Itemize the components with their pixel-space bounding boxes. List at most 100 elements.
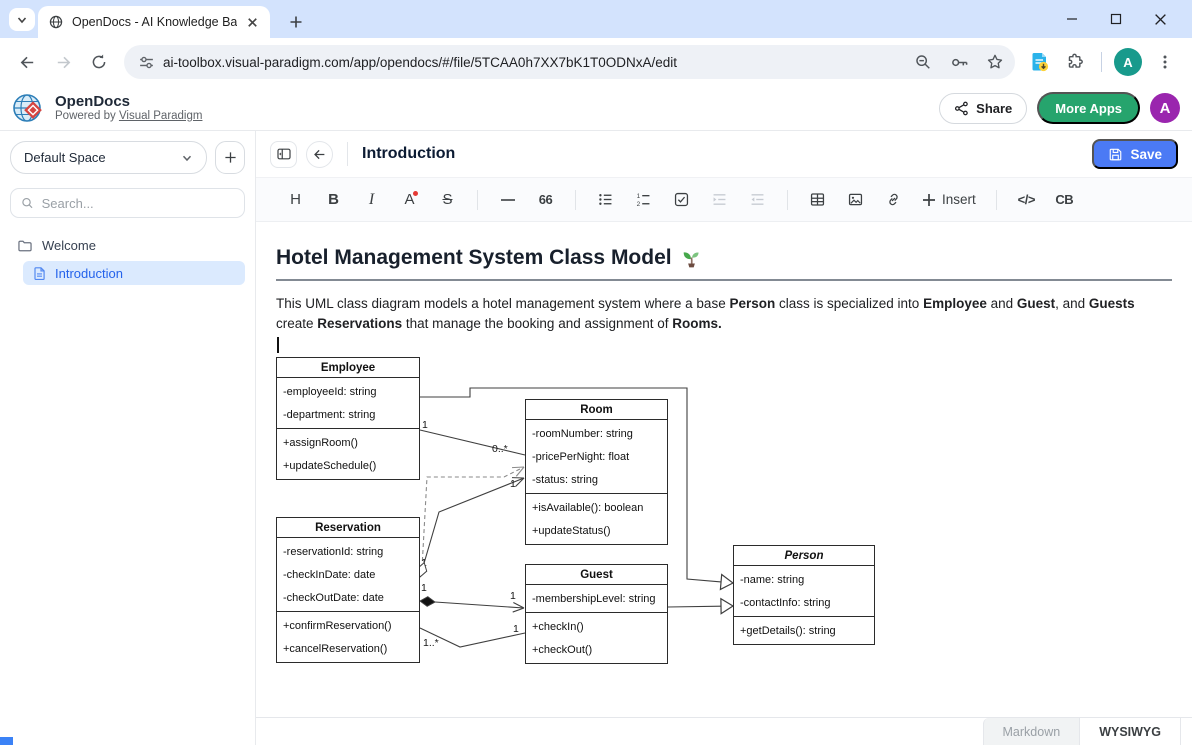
toggle-sidebar-button[interactable]	[270, 141, 297, 168]
uml-class-name: Reservation	[277, 518, 419, 538]
italic-button[interactable]: I	[354, 185, 389, 215]
share-button[interactable]: Share	[939, 93, 1027, 124]
bullet-list-icon	[597, 191, 614, 208]
blockquote-button[interactable]: 66	[528, 185, 563, 215]
navbar-separator	[1101, 52, 1102, 72]
search-box[interactable]	[10, 188, 245, 218]
browser-profile-avatar[interactable]: A	[1114, 48, 1142, 76]
plus-icon	[922, 193, 936, 207]
bold-button[interactable]: B	[316, 185, 351, 215]
visual-paradigm-link[interactable]: Visual Paradigm	[119, 110, 203, 122]
space-selector[interactable]: Default Space	[10, 141, 207, 174]
tab-search-button[interactable]	[9, 8, 35, 31]
document-topbar: Introduction Save	[256, 131, 1192, 178]
document-content[interactable]: Hotel Management System Class Model This…	[256, 222, 1192, 717]
uml-class-name: Guest	[526, 565, 667, 585]
bookmark-button[interactable]	[981, 48, 1009, 76]
back-arrow-icon	[312, 147, 327, 162]
heading-button[interactable]: H	[278, 185, 313, 215]
uml-member: -checkInDate: date	[277, 563, 419, 586]
doc-back-button[interactable]	[306, 141, 333, 168]
window-controls	[1050, 0, 1182, 38]
outdent-button[interactable]	[740, 185, 775, 215]
checklist-button[interactable]	[664, 185, 699, 215]
link-icon	[885, 191, 902, 208]
inline-code-button[interactable]: </>	[1009, 185, 1044, 215]
link-button[interactable]	[876, 185, 911, 215]
horizontal-rule-icon	[500, 192, 516, 208]
svg-text:1: 1	[510, 590, 516, 602]
color-dot	[413, 191, 418, 196]
doc-heading: Hotel Management System Class Model	[276, 246, 1172, 281]
uml-member: +updateStatus()	[526, 519, 667, 542]
docs-extension-button[interactable]	[1023, 45, 1057, 79]
toolbar-separator	[996, 190, 997, 210]
tab-markdown[interactable]: Markdown	[983, 718, 1080, 745]
uml-diagram[interactable]: 10..*11111..*1Employee-employeeId: strin…	[276, 355, 1192, 677]
extensions-button[interactable]	[1059, 45, 1093, 79]
search-input[interactable]	[42, 196, 234, 211]
reload-button[interactable]	[82, 45, 116, 79]
code-block-button[interactable]: CB	[1047, 185, 1082, 215]
forward-button[interactable]	[46, 45, 80, 79]
uml-attributes: -membershipLevel: string	[526, 585, 667, 613]
space-selector-value: Default Space	[24, 150, 175, 165]
numbered-list-button[interactable]: 12	[626, 185, 661, 215]
indent-button[interactable]	[702, 185, 737, 215]
insert-button[interactable]: Insert	[914, 185, 984, 215]
plus-icon	[224, 151, 237, 164]
uml-member: +confirmReservation()	[277, 614, 419, 637]
browser-tab[interactable]: OpenDocs - AI Knowledge Base	[38, 6, 270, 38]
uml-class-name: Room	[526, 400, 667, 420]
horizontal-rule-button[interactable]	[490, 185, 525, 215]
app-title: OpenDocs	[55, 93, 202, 110]
uml-member: +updateSchedule()	[277, 454, 419, 477]
table-button[interactable]	[800, 185, 835, 215]
share-icon	[954, 101, 969, 116]
window-minimize-button[interactable]	[1050, 0, 1094, 38]
uml-member: -pricePerNight: float	[526, 445, 667, 468]
uml-member: -name: string	[734, 568, 874, 591]
svg-text:1: 1	[422, 419, 428, 431]
save-floppy-icon	[1108, 147, 1123, 162]
kebab-menu-icon	[1157, 54, 1173, 70]
uml-member: +checkIn()	[526, 615, 667, 638]
indent-icon	[711, 191, 728, 208]
uml-member: -status: string	[526, 468, 667, 491]
bullet-list-button[interactable]	[588, 185, 623, 215]
add-space-button[interactable]	[215, 141, 245, 174]
tab-close-icon[interactable]	[245, 15, 260, 30]
back-arrow-icon	[18, 53, 37, 72]
strikethrough-button[interactable]: S	[430, 185, 465, 215]
page-title: Introduction	[362, 145, 455, 163]
uml-attributes: -name: string-contactInfo: string	[734, 566, 874, 617]
key-icon	[950, 53, 969, 72]
window-close-button[interactable]	[1138, 0, 1182, 38]
uml-member: +cancelReservation()	[277, 637, 419, 660]
uml-methods: +assignRoom()+updateSchedule()	[277, 429, 419, 479]
tab-wysiwyg[interactable]: WYSIWYG	[1079, 718, 1181, 745]
toolbar-separator	[477, 190, 478, 210]
url-text[interactable]: ai-toolbox.visual-paradigm.com/app/opend…	[163, 55, 901, 70]
font-color-button[interactable]: A	[392, 185, 427, 215]
uml-class-name: Employee	[277, 358, 419, 378]
uml-member: -employeeId: string	[277, 380, 419, 403]
zoom-out-button[interactable]	[909, 48, 937, 76]
image-button[interactable]	[838, 185, 873, 215]
uml-member: -contactInfo: string	[734, 591, 874, 614]
passwords-button[interactable]	[945, 48, 973, 76]
back-button[interactable]	[10, 45, 44, 79]
window-maximize-button[interactable]	[1094, 0, 1138, 38]
sidebar-item-introduction[interactable]: Introduction	[23, 261, 245, 285]
new-tab-button[interactable]	[284, 10, 308, 34]
save-button[interactable]: Save	[1092, 139, 1178, 169]
user-avatar[interactable]: A	[1150, 93, 1180, 123]
more-apps-button[interactable]: More Apps	[1037, 92, 1140, 124]
sidebar-item-label: Welcome	[42, 238, 96, 253]
browser-menu-button[interactable]	[1148, 45, 1182, 79]
browser-navbar: ai-toolbox.visual-paradigm.com/app/opend…	[0, 38, 1192, 86]
tab-title: OpenDocs - AI Knowledge Base	[72, 15, 237, 29]
url-bar[interactable]: ai-toolbox.visual-paradigm.com/app/opend…	[124, 45, 1015, 79]
topbar-separator	[347, 142, 348, 166]
sidebar-item-welcome[interactable]: Welcome	[10, 233, 245, 258]
